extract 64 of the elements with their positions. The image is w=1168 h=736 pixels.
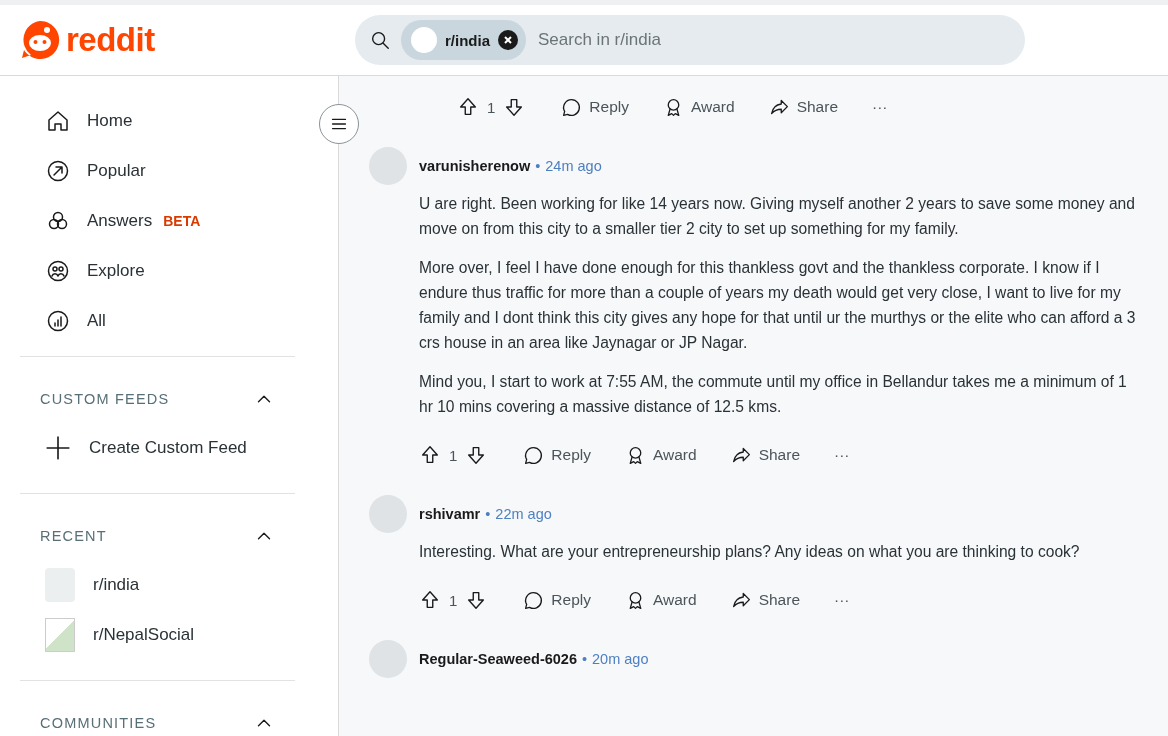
upvote-icon [419,444,441,466]
author-name[interactable]: varunisherenow [419,158,531,174]
arrow-circle-icon [46,159,70,183]
sidebar-item[interactable]: r/india [20,560,295,610]
timestamp[interactable]: 20m ago [592,651,649,667]
comment-text: U are right. Been working for like 14 years now. Giving myself another 2 years to save some money and move on from this city to a smaller tier 2 city to set up something for my family. [419,194,1136,239]
plus-icon [45,435,71,461]
logo-icon [20,20,60,60]
nav-item[interactable]: Explore [20,246,295,296]
upvote-icon [419,589,441,611]
reply-button[interactable]: Reply [523,589,591,611]
search-field[interactable]: r/india Search in r/india [355,15,1025,65]
nav-item[interactable]: All [20,296,295,346]
upvote-button[interactable] [419,589,441,611]
avatar-icon [411,27,437,53]
share-button[interactable]: Share [730,444,800,466]
timestamp[interactable]: 24m ago [545,158,602,174]
vote-count: 1 [449,591,458,609]
comment-text: Interesting. What are your entrepreneurship plans? Any ideas on what you are thinking to cook? [419,542,1081,562]
award-button[interactable]: Award [625,589,697,611]
share-button[interactable]: Share [768,96,838,118]
nav-item[interactable]: Home [20,96,295,146]
author-name[interactable]: rshivamr [419,506,481,522]
award-button[interactable]: Award [663,96,735,118]
close-button[interactable] [498,30,518,50]
beta-label: BETA [163,213,201,229]
speech-bubble-icon [523,589,545,611]
sidebar-item[interactable]: Create Custom Feed [20,423,295,473]
comment-text: Mind you, I start to work at 7:55 AM, the commute until my office in Bellandur takes me a minimum of 1 hr 10 mins covering a massive distance of 12.5 kms. [419,372,1128,417]
separator-dot: • [485,506,491,522]
vote-count: 1 [449,446,458,464]
chart-circle-icon [46,309,70,333]
people-circle-icon [46,259,70,283]
community-chip[interactable]: r/india [401,20,526,60]
speech-bubble-icon [561,96,583,118]
separator-dot: • [535,158,541,174]
separator-dot: • [581,651,588,667]
upvote-button[interactable] [419,444,441,466]
reply-button[interactable]: Reply [523,444,591,466]
section-title: RECENT [40,528,107,544]
author-name[interactable]: Regular-Seaweed-6026 [419,651,577,667]
comment-text: More over, I feel I have done enough for this thankless govt and the thankless corporate. I know if I endure thus traffic for more than a couple of years my death would get very close, I want to live for my family and I dont think this city gives any hope for that until ur the murthys or the elite who can afford a 3 crs house in an area like Jaynagar or JP Nagar. [419,258,1137,353]
upvote-button[interactable] [457,96,479,118]
reply-button[interactable]: Reply [561,96,629,118]
vote-count: 1 [487,98,496,116]
more-button[interactable]: ··· [872,98,888,116]
section-title: COMMUNITIES [40,715,157,731]
timestamp[interactable]: 22m ago [495,506,552,522]
upvote-icon [457,96,479,118]
section-title: CUSTOM FEEDS [40,391,170,407]
broken-image-icon [45,618,75,652]
share-button[interactable]: Share [730,589,800,611]
chip-label: r/india [445,31,490,49]
close-icon [503,35,513,45]
nav-item[interactable]: Answers BETA [20,196,295,246]
more-button[interactable]: ··· [834,591,850,609]
award-button[interactable]: Award [625,444,697,466]
speech-bubble-icon [523,444,545,466]
search-icon [369,29,391,51]
nav-item[interactable]: Popular [20,146,295,196]
sidebar-item[interactable]: r/NepalSocial [20,610,295,660]
more-button[interactable]: ··· [834,446,850,464]
home-icon [46,109,70,133]
menu-button[interactable] [319,104,359,144]
